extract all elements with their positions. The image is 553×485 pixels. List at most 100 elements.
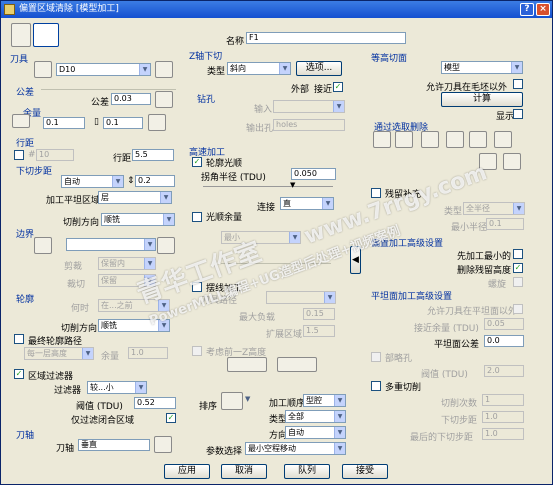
closed-only-checkbox[interactable]: ✓ — [166, 413, 176, 423]
extend-area-input[interactable]: 1.5 — [303, 325, 335, 337]
corner-radius-input[interactable]: 0.050 — [291, 168, 336, 180]
sort-dropdown-arrow[interactable]: ▼ — [245, 395, 250, 403]
name-input[interactable]: F1 — [246, 32, 406, 44]
first-smallest-checkbox[interactable] — [513, 249, 523, 259]
component-allowance-icon[interactable] — [148, 114, 166, 131]
link-select[interactable]: 直 ▼ — [280, 197, 334, 210]
flat-area-select[interactable]: 层 ▼ — [98, 191, 172, 204]
model-icon[interactable] — [11, 23, 31, 47]
last-stepdown-input[interactable]: 1.0 — [482, 428, 524, 440]
prev-z-mode1-icon[interactable] — [227, 357, 267, 372]
flat-type-select[interactable]: 模型 ▼ — [441, 61, 523, 74]
undercut-threshold-input[interactable]: 2.0 — [484, 365, 524, 377]
type-select[interactable]: 全部 ▼ — [285, 410, 346, 423]
close-button[interactable]: × — [536, 3, 550, 16]
threshold-input[interactable]: 0.52 — [134, 397, 176, 409]
undo-icon[interactable] — [494, 131, 512, 148]
stepdown-input[interactable]: 0.2 — [135, 175, 175, 187]
profile-allowance-input[interactable]: 1.0 — [128, 347, 168, 359]
multi-cut-checkbox[interactable] — [371, 381, 381, 391]
accept-button[interactable]: 接受 — [342, 464, 388, 479]
stepdown-mode-select[interactable]: 自动 ▼ — [61, 175, 124, 188]
tolerance-icon[interactable] — [155, 91, 173, 108]
approach-label: 接近 — [314, 85, 333, 95]
spiral-label: 螺旋 — [488, 280, 507, 290]
edit-tool-icon[interactable] — [155, 61, 173, 78]
area-filter-checkbox[interactable]: ✓ — [14, 369, 24, 379]
profile-each-select[interactable]: 每一层高度 ▼ — [24, 347, 94, 360]
direction-select[interactable]: 自动 ▼ — [285, 426, 346, 439]
boundary-select[interactable]: ▼ — [66, 238, 156, 251]
drill-output-input[interactable]: holes — [273, 119, 345, 131]
raster-smooth-checkbox[interactable] — [192, 212, 202, 222]
edit-toolaxis-icon[interactable] — [154, 436, 172, 453]
apply-button[interactable]: 应用 — [164, 464, 210, 479]
stepdown-header: 下切步距 — [16, 167, 53, 177]
order-label: 加工顺序 — [269, 399, 306, 409]
max-load-input[interactable]: 0.15 — [303, 308, 335, 320]
sort-icon[interactable] — [221, 392, 243, 410]
select-flat-icon-3[interactable] — [421, 131, 439, 148]
rest-type-select[interactable]: 全半径 ▼ — [463, 202, 525, 215]
delete-icon-1[interactable] — [446, 131, 464, 148]
name-label: 名称 — [226, 37, 245, 47]
toolaxis-input[interactable]: 垂直 — [78, 439, 150, 451]
offset-area-clear-icon[interactable] — [33, 23, 59, 47]
tool-path-select[interactable]: ▼ — [266, 291, 336, 304]
prev-z-mode2-icon[interactable] — [277, 357, 317, 372]
drill-input-select[interactable]: ▼ — [273, 100, 345, 113]
show-checkbox[interactable] — [513, 109, 523, 119]
title-bar: 偏置区域清除 [模型加工] ? × — [1, 1, 552, 18]
param-select[interactable]: 最小空程移动 ▼ — [245, 442, 346, 455]
cut-direction-select[interactable]: 顺铣 ▼ — [101, 213, 175, 226]
cancel-button[interactable]: 取消 — [221, 464, 267, 479]
allowance-input-2[interactable]: 0.1 — [103, 117, 143, 129]
stepover-number-input[interactable]: 10 — [36, 149, 74, 161]
undercut-checkbox[interactable] — [371, 352, 381, 362]
allowance-icon[interactable] — [12, 114, 30, 128]
flat-allow-outside-checkbox[interactable] — [513, 304, 523, 314]
flat-allow-outside-label: 允许刀具在平坦面以外 — [427, 307, 518, 317]
radius-slider-thumb[interactable]: ▼ — [290, 181, 295, 189]
queue-button[interactable]: 队列 — [284, 464, 330, 479]
remove-cusps-checkbox[interactable]: ✓ — [513, 263, 523, 273]
approach-tol-label: 接近余量 (TDU) — [414, 324, 479, 334]
zcut-type-label: 类型 — [207, 67, 226, 77]
stepover-input[interactable]: 5.5 — [132, 149, 174, 161]
approach-checkbox[interactable]: ✓ — [333, 82, 343, 92]
calculate-button[interactable]: 计算 — [441, 92, 523, 107]
boundary-icon[interactable] — [34, 237, 52, 254]
multi-stepdown-input[interactable]: 1.0 — [482, 411, 524, 423]
stepdown-updown-icon[interactable]: ⇕ — [127, 176, 135, 186]
tolerance-input[interactable]: 0.03 — [111, 93, 151, 105]
order-select[interactable]: 型腔 ▼ — [303, 394, 346, 407]
final-profile-checkbox[interactable] — [14, 334, 24, 344]
rest-type-label: 类型 — [444, 207, 463, 217]
zcut-options-button[interactable]: 选项... — [296, 61, 342, 76]
filter-select[interactable]: 较...小 ▼ — [87, 381, 147, 394]
tool-icon[interactable] — [34, 61, 52, 78]
edit-boundary-icon[interactable] — [157, 237, 175, 254]
select-flat-icon-2[interactable] — [395, 131, 413, 148]
dialog-window: 偏置区域清除 [模型加工] ? × 名称 F1 刀具 D10 ▼ 公差 公差 0.… — [0, 0, 553, 485]
zcut-type-select[interactable]: 斜向 ▼ — [227, 62, 291, 75]
delete-icon-2[interactable] — [469, 131, 487, 148]
min-radius-input[interactable]: 0.1 — [486, 218, 524, 230]
cut-count-input[interactable]: 1 — [482, 394, 524, 406]
prev-z-checkbox[interactable] — [192, 346, 202, 356]
approach-tol-input[interactable]: 0.05 — [484, 318, 524, 330]
allow-outside-checkbox[interactable] — [513, 79, 523, 89]
allowance-input-1[interactable]: 0.1 — [43, 117, 85, 129]
undercut-label: 部略孔 — [385, 354, 413, 364]
tool-select[interactable]: D10 ▼ — [56, 63, 151, 76]
select-flat-icon-1[interactable] — [373, 131, 391, 148]
smooth-checkbox[interactable]: ✓ — [192, 157, 202, 167]
remove-cusps-label: 删除残留高度 — [457, 266, 512, 276]
stepover-number-checkbox[interactable] — [14, 150, 24, 160]
flat-tol-input[interactable]: 0.0 — [484, 335, 524, 347]
trim-select[interactable]: 保留内 ▼ — [98, 257, 156, 270]
spiral-checkbox[interactable] — [513, 277, 523, 287]
axial-allowance-icon: ▯ — [94, 117, 99, 127]
help-button[interactable]: ? — [520, 3, 534, 16]
tools-icon[interactable] — [503, 153, 521, 170]
